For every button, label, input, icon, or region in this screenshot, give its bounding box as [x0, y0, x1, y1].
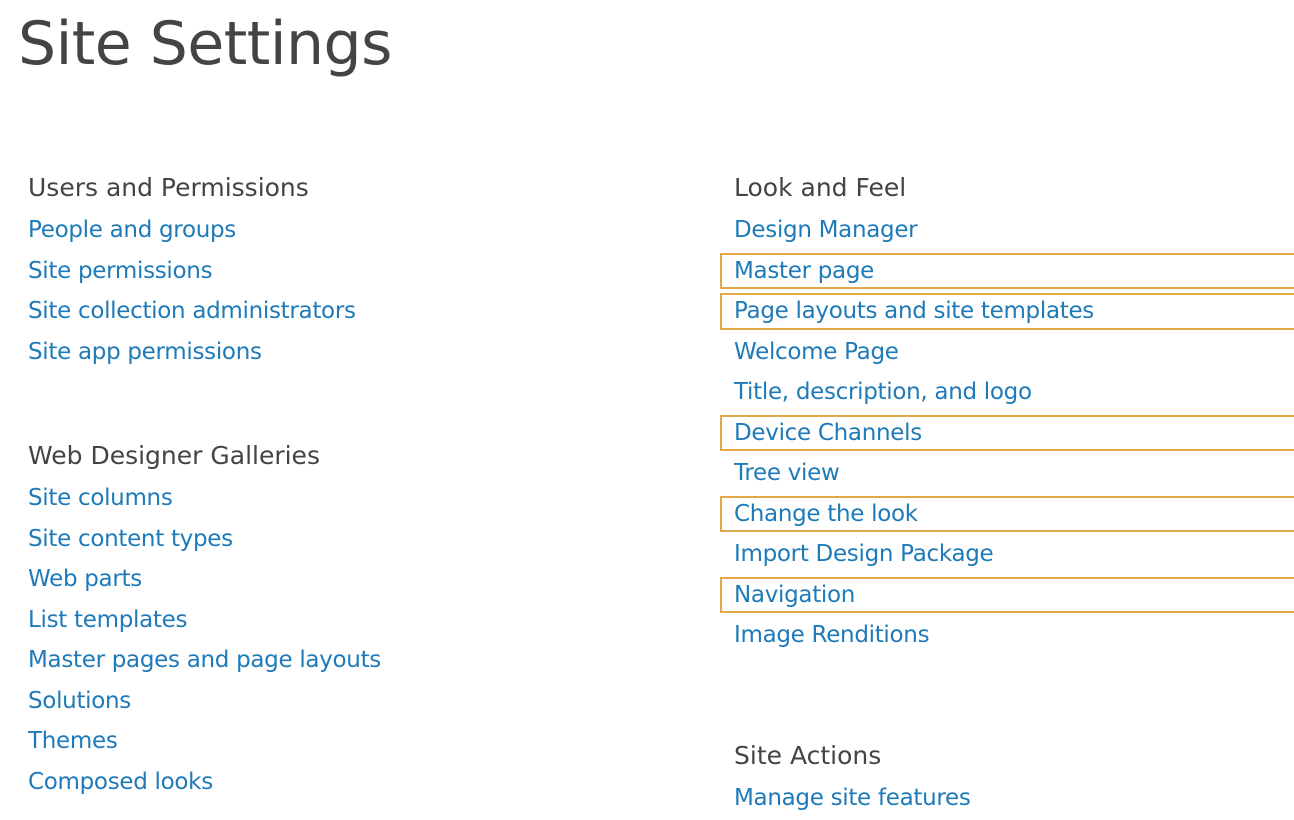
list-item: People and groups	[28, 210, 381, 251]
right-column: Look and Feel Design Manager Master page…	[720, 166, 1294, 819]
list-item: Master pages and page layouts	[28, 640, 381, 681]
section-heading: Site Actions	[734, 740, 882, 770]
link-site-permissions[interactable]: Site permissions	[28, 258, 213, 284]
link-manage-site-features[interactable]: Manage site features	[734, 785, 971, 811]
link-site-content-types[interactable]: Site content types	[28, 526, 233, 552]
link-device-channels[interactable]: Device Channels	[734, 420, 922, 446]
list-item: Themes	[28, 721, 381, 762]
link-image-renditions[interactable]: Image Renditions	[734, 622, 930, 648]
section-users-and-permissions: Users and Permissions People and groups …	[28, 166, 381, 372]
link-site-columns[interactable]: Site columns	[28, 485, 173, 511]
list-item-highlighted: Change the look	[720, 494, 1294, 535]
list-item-highlighted: Page layouts and site templates	[720, 291, 1294, 332]
link-title-description-and-logo[interactable]: Title, description, and logo	[734, 379, 1032, 405]
list-item: Site columns	[28, 478, 381, 519]
link-people-and-groups[interactable]: People and groups	[28, 217, 236, 243]
link-site-app-permissions[interactable]: Site app permissions	[28, 339, 262, 365]
link-change-the-look[interactable]: Change the look	[734, 501, 918, 527]
left-column: Users and Permissions People and groups …	[28, 166, 381, 802]
list-item-highlighted: Navigation	[720, 575, 1294, 616]
link-tree-view[interactable]: Tree view	[734, 460, 840, 486]
section-look-and-feel: Look and Feel Design Manager Master page…	[720, 166, 1294, 656]
list-item: Web parts	[28, 559, 381, 600]
link-master-pages-and-page-layouts[interactable]: Master pages and page layouts	[28, 647, 381, 673]
list-item: Title, description, and logo	[734, 372, 1294, 413]
list-item: Site app permissions	[28, 332, 381, 373]
link-navigation[interactable]: Navigation	[734, 582, 855, 608]
section-site-actions: Site Actions Manage site features	[734, 734, 1294, 819]
list-item: Welcome Page	[734, 332, 1294, 373]
link-page-layouts-and-site-templates[interactable]: Page layouts and site templates	[734, 298, 1094, 324]
list-item: Composed looks	[28, 762, 381, 803]
list-item: Site content types	[28, 519, 381, 560]
link-list-templates[interactable]: List templates	[28, 607, 187, 633]
list-item: Site collection administrators	[28, 291, 381, 332]
list-item: Import Design Package	[734, 534, 1294, 575]
list-item: Image Renditions	[734, 615, 1294, 656]
list-item: Solutions	[28, 681, 381, 722]
link-list: People and groups Site permissions Site …	[28, 210, 381, 372]
link-themes[interactable]: Themes	[28, 728, 118, 754]
section-heading: Look and Feel	[734, 173, 907, 202]
list-item-highlighted: Device Channels	[720, 413, 1294, 454]
section-web-designer-galleries: Web Designer Galleries Site columns Site…	[28, 434, 381, 802]
list-item: List templates	[28, 600, 381, 641]
list-item-highlighted: Master page	[720, 251, 1294, 292]
link-list: Site columns Site content types Web part…	[28, 478, 381, 802]
list-item: Tree view	[734, 453, 1294, 494]
section-heading: Users and Permissions	[28, 173, 309, 202]
page-title: Site Settings	[18, 9, 392, 79]
link-site-collection-administrators[interactable]: Site collection administrators	[28, 298, 356, 324]
link-list: Manage site features	[734, 778, 1294, 819]
link-welcome-page[interactable]: Welcome Page	[734, 339, 899, 365]
link-composed-looks[interactable]: Composed looks	[28, 769, 213, 795]
link-solutions[interactable]: Solutions	[28, 688, 131, 714]
list-item: Manage site features	[734, 778, 1294, 819]
link-master-page[interactable]: Master page	[734, 258, 874, 284]
list-item: Design Manager	[734, 210, 1294, 251]
link-import-design-package[interactable]: Import Design Package	[734, 541, 994, 567]
link-list: Design Manager Master page Page layouts …	[720, 210, 1294, 656]
list-item: Site permissions	[28, 251, 381, 292]
section-heading: Web Designer Galleries	[28, 441, 320, 470]
link-design-manager[interactable]: Design Manager	[734, 217, 918, 243]
link-web-parts[interactable]: Web parts	[28, 566, 142, 592]
